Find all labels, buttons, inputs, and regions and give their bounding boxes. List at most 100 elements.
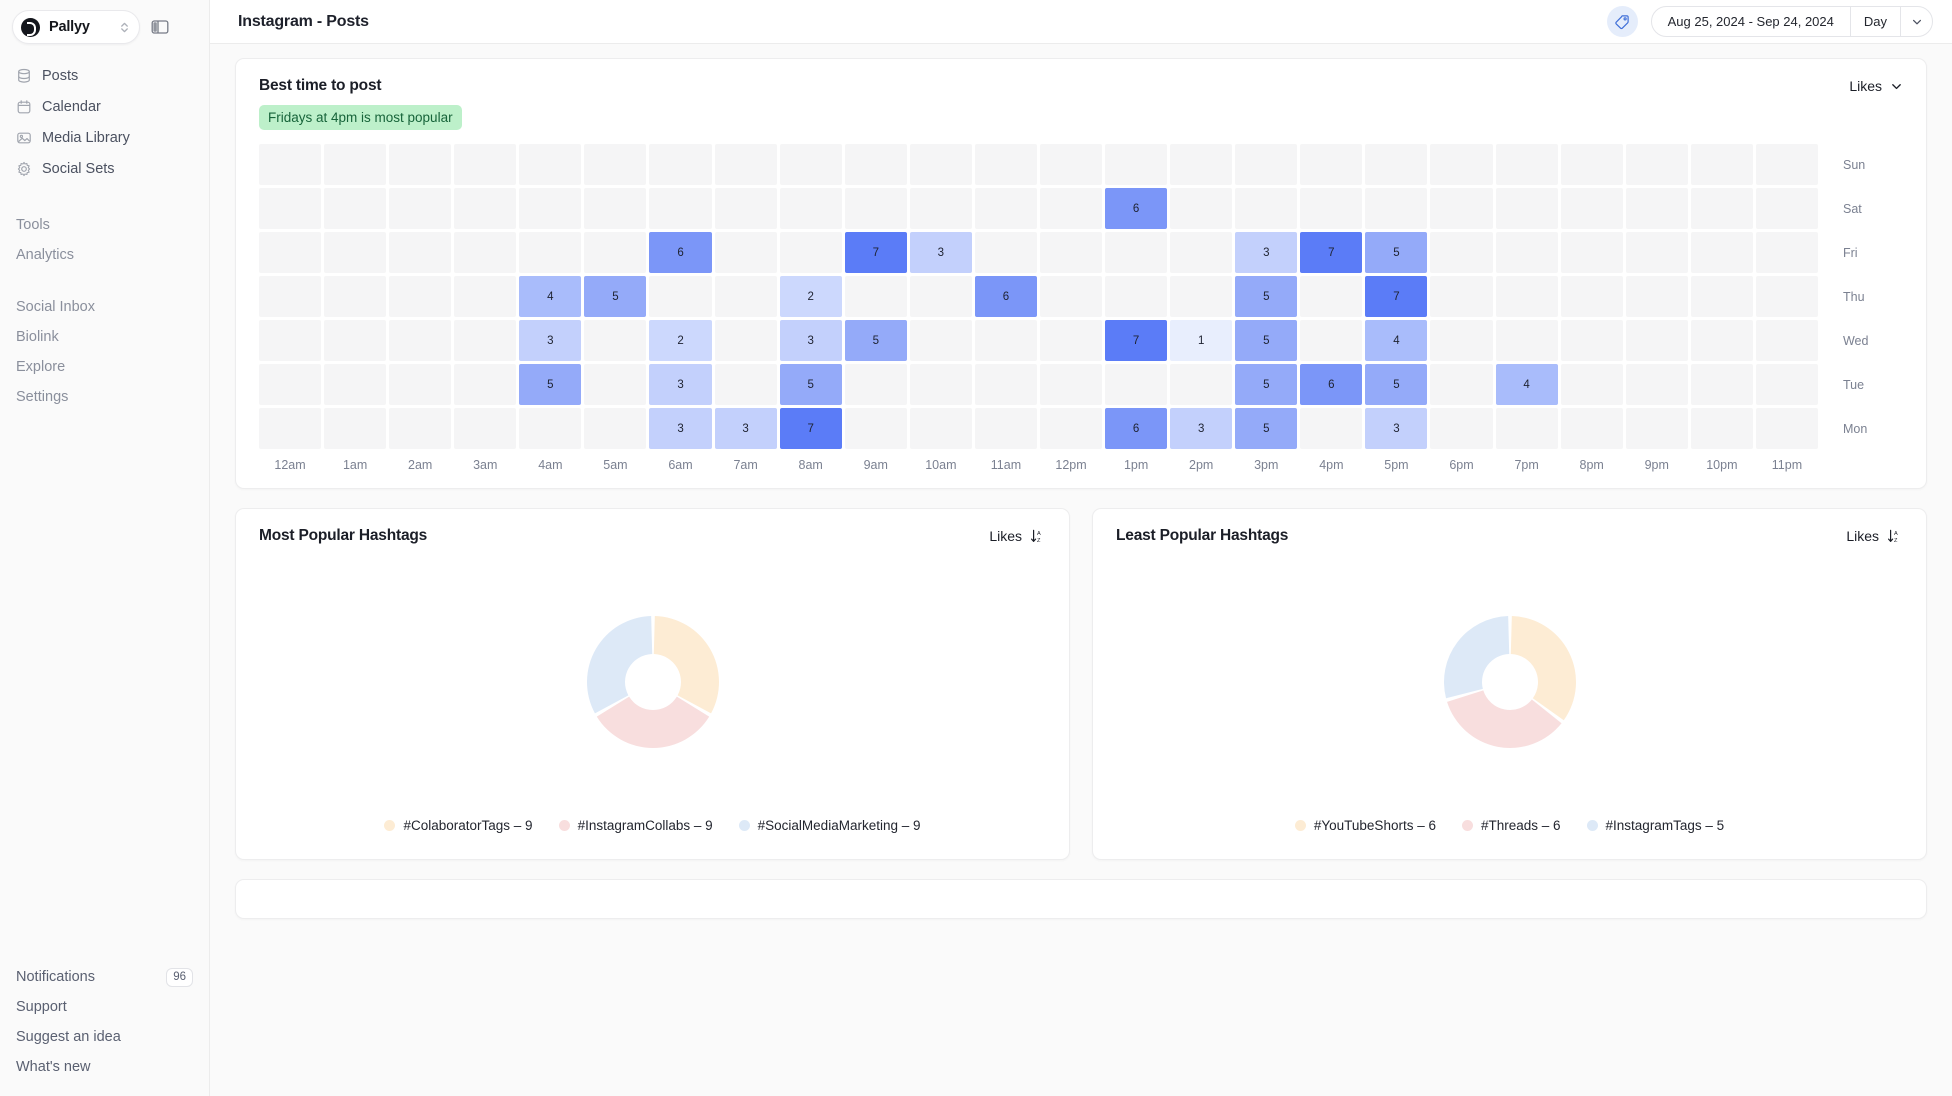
heatmap-cell-empty[interactable] [454,364,517,405]
heatmap-cell[interactable]: 7 [1105,320,1168,361]
heatmap-cell-empty[interactable] [649,276,712,317]
heatmap-cell-empty[interactable] [519,232,582,273]
heatmap-cell-empty[interactable] [974,408,1037,449]
heatmap-cell-empty[interactable] [1300,144,1363,185]
heatmap-cell-empty[interactable] [1365,188,1428,229]
heatmap-cell-empty[interactable] [1690,320,1753,361]
heatmap-cell-empty[interactable] [454,320,517,361]
heatmap-cell-empty[interactable] [1690,188,1753,229]
heatmap-cell-empty[interactable] [844,276,907,317]
heatmap-cell-empty[interactable] [649,188,712,229]
heatmap-cell[interactable]: 3 [649,364,712,405]
heatmap-cell-empty[interactable] [389,144,452,185]
heatmap-cell-empty[interactable] [974,144,1037,185]
heatmap-cell-empty[interactable] [1560,276,1623,317]
heatmap-cell-empty[interactable] [519,408,582,449]
heatmap-cell[interactable]: 5 [584,276,647,317]
heatmap-cell[interactable]: 7 [1365,276,1428,317]
heatmap-cell-empty[interactable] [1300,320,1363,361]
heatmap-cell-empty[interactable] [1039,232,1103,273]
heatmap-cell-empty[interactable] [454,408,517,449]
heatmap-cell-empty[interactable] [1625,144,1688,185]
heatmap-cell-empty[interactable] [1430,320,1493,361]
heatmap-cell-empty[interactable] [844,188,907,229]
heatmap-cell[interactable]: 2 [649,320,712,361]
heatmap-cell-empty[interactable] [324,188,387,229]
heatmap-cell-empty[interactable] [389,188,452,229]
heatmap-cell[interactable]: 3 [1170,408,1233,449]
heatmap-cell-empty[interactable] [1430,188,1493,229]
heatmap-cell-empty[interactable] [974,188,1037,229]
heatmap-cell-empty[interactable] [1560,408,1623,449]
heatmap-cell-empty[interactable] [1690,408,1753,449]
heatmap-cell-empty[interactable] [454,188,517,229]
heatmap-cell-empty[interactable] [584,364,647,405]
heatmap-cell-empty[interactable] [1300,408,1363,449]
heatmap-cell[interactable]: 3 [714,408,777,449]
heatmap-cell[interactable]: 7 [1300,232,1363,273]
heatmap-cell-empty[interactable] [1625,276,1688,317]
heatmap-cell-empty[interactable] [1430,408,1493,449]
heatmap-cell-empty[interactable] [1560,320,1623,361]
heatmap-cell-empty[interactable] [584,144,647,185]
sidebar-item-media-library[interactable]: Media Library [6,122,203,153]
heatmap-cell[interactable]: 3 [779,320,842,361]
heatmap-cell-empty[interactable] [974,232,1037,273]
heatmap-cell-empty[interactable] [1170,276,1233,317]
heatmap-cell-empty[interactable] [714,276,777,317]
heatmap-cell-empty[interactable] [1430,364,1493,405]
heatmap-cell-empty[interactable] [389,232,452,273]
heatmap-cell[interactable]: 4 [519,276,582,317]
legend-item[interactable]: #InstagramCollabs – 9 [558,818,713,833]
heatmap-cell[interactable]: 5 [1235,320,1298,361]
heatmap-cell[interactable]: 5 [519,364,582,405]
heatmap-cell[interactable]: 3 [519,320,582,361]
heatmap-cell-empty[interactable] [389,408,452,449]
heatmap-cell-empty[interactable] [909,320,972,361]
donut-slice[interactable] [1443,615,1509,698]
heatmap-cell-empty[interactable] [1495,144,1558,185]
heatmap-cell-empty[interactable] [1560,188,1623,229]
heatmap-cell-empty[interactable] [909,144,972,185]
heatmap-cell[interactable]: 3 [909,232,972,273]
heatmap-cell-empty[interactable] [844,144,907,185]
heatmap-cell-empty[interactable] [1560,364,1623,405]
heatmap-cell-empty[interactable] [1170,364,1233,405]
heatmap-cell-empty[interactable] [1560,144,1623,185]
heatmap-cell-empty[interactable] [1625,408,1688,449]
heatmap-cell-empty[interactable] [1625,364,1688,405]
sidebar-item-notifications[interactable]: Notifications 96 [6,962,203,992]
heatmap-cell[interactable]: 3 [649,408,712,449]
heatmap-cell-empty[interactable] [259,320,322,361]
heatmap-cell-empty[interactable] [389,320,452,361]
date-range-button[interactable]: Aug 25, 2024 - Sep 24, 2024 [1652,7,1850,36]
heatmap-cell-empty[interactable] [1495,276,1558,317]
heatmap-cell-empty[interactable] [1495,232,1558,273]
heatmap-cell-empty[interactable] [1690,364,1753,405]
heatmap-cell[interactable]: 6 [649,232,712,273]
heatmap-cell-empty[interactable] [1755,408,1818,449]
heatmap-cell-empty[interactable] [454,232,517,273]
heatmap-cell-empty[interactable] [259,364,322,405]
heatmap-cell-empty[interactable] [324,144,387,185]
heatmap-cell-empty[interactable] [1495,320,1558,361]
sort-control[interactable]: Likes A Z [1846,528,1903,544]
heatmap-cell-empty[interactable] [324,232,387,273]
heatmap-cell-empty[interactable] [1690,144,1753,185]
heatmap-cell[interactable]: 5 [1365,232,1428,273]
heatmap-cell[interactable]: 4 [1365,320,1428,361]
heatmap-cell-empty[interactable] [1105,232,1168,273]
sidebar-item-tools[interactable]: Tools [6,210,203,240]
heatmap-cell-empty[interactable] [909,276,972,317]
heatmap-cell-empty[interactable] [1300,276,1363,317]
heatmap-cell-empty[interactable] [324,408,387,449]
legend-item[interactable]: #InstagramTags – 5 [1586,818,1724,833]
heatmap-cell-empty[interactable] [1105,144,1168,185]
sidebar-item-settings[interactable]: Settings [6,382,203,412]
donut-slice[interactable] [596,696,709,748]
tag-filter-button[interactable] [1606,6,1638,37]
heatmap-cell-empty[interactable] [389,276,452,317]
heatmap-cell-empty[interactable] [1039,276,1103,317]
heatmap-cell-empty[interactable] [584,408,647,449]
heatmap-cell[interactable]: 6 [1300,364,1363,405]
